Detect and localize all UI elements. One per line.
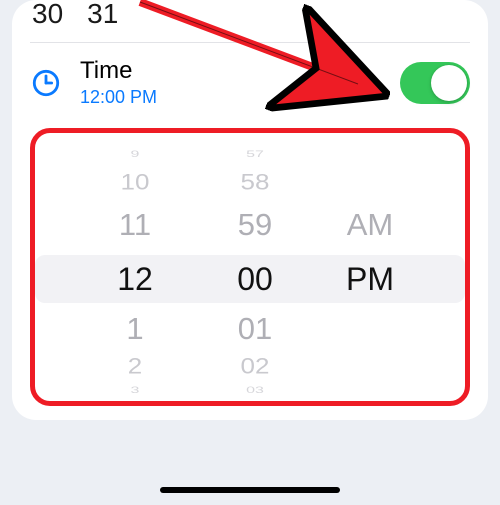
hour-option: 1 — [75, 313, 195, 344]
ampm-option: AM — [315, 209, 425, 240]
time-title: Time — [80, 57, 157, 85]
hour-option: 10 — [75, 171, 195, 193]
time-subtitle: 12:00 PM — [80, 87, 157, 108]
time-labels: Time 12:00 PM — [80, 57, 157, 108]
hour-option: 3 — [75, 387, 195, 396]
settings-card: 30 31 Time 12:00 PM 9 10 11 12 — [12, 0, 488, 420]
hour-wheel[interactable]: 9 10 11 12 1 2 3 — [75, 133, 195, 401]
clock-icon — [30, 67, 62, 99]
hour-selected: 12 — [75, 263, 195, 295]
minute-option: 03 — [195, 387, 315, 396]
hour-option: 9 — [75, 151, 195, 160]
time-row[interactable]: Time 12:00 PM — [12, 43, 488, 122]
minute-option: 02 — [195, 355, 315, 377]
minute-option: 58 — [195, 171, 315, 193]
calendar-row-fragment: 30 31 — [12, 0, 488, 42]
hour-option: 2 — [75, 355, 195, 377]
home-indicator[interactable] — [160, 487, 340, 493]
minute-option: 59 — [195, 209, 315, 240]
minute-wheel[interactable]: 57 58 59 00 01 02 03 — [195, 133, 315, 401]
minute-option: 01 — [195, 313, 315, 344]
minute-option: 57 — [195, 151, 315, 160]
hour-option: 11 — [75, 209, 195, 240]
ampm-wheel[interactable]: AM PM — [315, 133, 425, 401]
time-toggle[interactable] — [400, 62, 470, 104]
calendar-day[interactable]: 31 — [87, 0, 118, 30]
ampm-selected: PM — [315, 263, 425, 295]
minute-selected: 00 — [195, 263, 315, 295]
calendar-day[interactable]: 30 — [32, 0, 63, 30]
toggle-knob — [431, 65, 467, 101]
time-picker-highlight: 9 10 11 12 1 2 3 57 58 59 00 01 02 03 AM… — [30, 128, 470, 406]
